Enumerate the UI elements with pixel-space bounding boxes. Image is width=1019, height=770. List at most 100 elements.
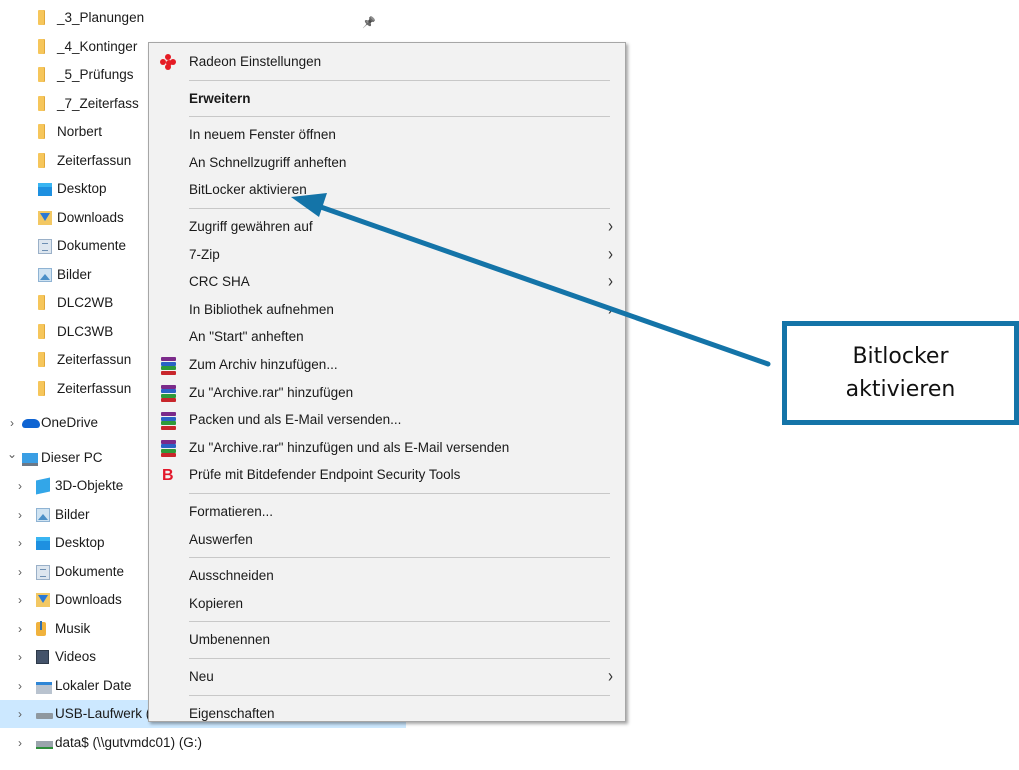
menu-item-in-neuem-fenster-öffnen[interactable]: In neuem Fenster öffnen [149, 121, 625, 149]
menu-item-auswerfen[interactable]: Auswerfen [149, 526, 625, 554]
folder-icon [38, 10, 44, 25]
menu-item-label: In Bibliothek aufnehmen [189, 301, 334, 317]
nav-item-label: _4_Kontinger [57, 38, 138, 54]
submenu-arrow-icon: › [608, 665, 613, 687]
menu-item-label: An "Start" anheften [189, 329, 304, 345]
chevron-right-icon[interactable]: › [14, 501, 26, 529]
nav-item-label: 3D-Objekte [55, 478, 124, 493]
nav-item-label: Zeiterfassun [57, 152, 132, 168]
nav-item-label: Zeiterfassun [57, 352, 132, 367]
music-icon [36, 620, 46, 636]
documents-icon [36, 564, 50, 580]
nav-item-label: Dieser PC [41, 449, 103, 465]
menu-item-radeon-einstellungen[interactable]: Radeon Einstellungen [149, 48, 625, 76]
chevron-right-icon[interactable]: › [14, 558, 26, 586]
menu-item-prüfe-mit-bitdefender-endpoint-security-tools[interactable]: B Prüfe mit Bitdefender Endpoint Security… [149, 461, 625, 489]
menu-item-umbenennen[interactable]: Umbenennen [149, 626, 625, 654]
nav-item-label: Dokumente [55, 563, 125, 579]
chevron-down-icon[interactable]: ⌄ [6, 440, 18, 468]
chevron-right-icon[interactable]: › [14, 729, 26, 757]
chevron-right-icon[interactable]: › [14, 643, 26, 671]
menu-item-label: Kopieren [189, 595, 244, 611]
menu-item-ausschneiden[interactable]: Ausschneiden [149, 562, 625, 590]
winrar-icon [160, 439, 177, 458]
annotation-callout: Bitlocker aktivieren [782, 321, 1019, 425]
menu-item-zu-archive-rar-hinzufügen-und-als-e-mail-versenden[interactable]: Zu "Archive.rar" hinzufügen und als E-Ma… [149, 434, 625, 462]
onedrive-icon [22, 419, 40, 428]
menu-item-label: Umbenennen [189, 632, 271, 648]
pictures-icon [36, 507, 50, 522]
menu-item-label: Zum Archiv hinzufügen... [189, 357, 338, 372]
videos-icon [36, 650, 49, 664]
menu-item-label: An Schnellzugriff anheften [189, 154, 347, 170]
menu-item-label: Formatieren... [189, 504, 274, 519]
menu-separator [189, 116, 610, 118]
nav-item[interactable]: › data$ (\\gutvmdc01) (G:) [0, 729, 406, 757]
chevron-right-icon[interactable]: › [14, 529, 26, 557]
network-drive-icon [36, 740, 53, 749]
nav-item-label: Musik [55, 620, 91, 636]
menu-item-zum-archiv-hinzufügen[interactable]: Zum Archiv hinzufügen... [149, 351, 625, 379]
3d-objects-icon [36, 477, 50, 495]
usb-drive-icon [36, 713, 53, 719]
nav-item-label: DLC2WB [57, 295, 114, 310]
menu-item-packen-und-als-e-mail-versenden[interactable]: Packen und als E-Mail versenden... [149, 406, 625, 434]
menu-item-label: BitLocker aktivieren [189, 182, 307, 198]
chevron-right-icon[interactable]: › [14, 472, 26, 500]
nav-item[interactable]: _3_Planungen 📌 [0, 4, 406, 32]
menu-item-label: Eigenschaften [189, 705, 275, 721]
nav-item-label: Downloads [55, 592, 122, 607]
menu-item-neu[interactable]: Neu › [149, 663, 625, 691]
menu-item-label: Radeon Einstellungen [189, 54, 322, 69]
menu-item-an-start-anheften[interactable]: An "Start" anheften [149, 323, 625, 351]
menu-item-crc-sha[interactable]: CRC SHA › [149, 268, 625, 296]
bitdefender-icon: B [162, 467, 174, 485]
desktop-icon [36, 537, 50, 550]
menu-item-label: Ausschneiden [189, 568, 274, 584]
winrar-icon [160, 412, 177, 430]
radeon-icon [160, 54, 177, 71]
nav-item-label: Dokumente [57, 238, 127, 253]
menu-item-formatieren[interactable]: Formatieren... [149, 498, 625, 526]
nav-item-label: OneDrive [41, 415, 99, 430]
winrar-icon [160, 357, 177, 375]
menu-item-erweitern[interactable]: Erweitern [149, 85, 625, 113]
menu-separator [189, 493, 610, 494]
folder-icon [38, 124, 44, 139]
folder-icon [38, 380, 44, 396]
folder-icon [38, 152, 44, 168]
local-disk-icon [36, 681, 52, 694]
nav-item-label: _5_Prüfungs [57, 67, 134, 82]
annotation-line-2: aktivieren [845, 377, 956, 402]
menu-item-in-bibliothek-aufnehmen[interactable]: In Bibliothek aufnehmen › [149, 296, 625, 324]
chevron-right-icon[interactable]: › [14, 672, 26, 700]
menu-item-kopieren[interactable]: Kopieren [149, 590, 625, 618]
menu-item-label: In neuem Fenster öffnen [189, 127, 336, 143]
menu-item-eigenschaften[interactable]: Eigenschaften [149, 700, 625, 728]
folder-icon [38, 67, 44, 82]
folder-icon [38, 95, 44, 111]
menu-item-bitlocker-aktivieren[interactable]: BitLocker aktivieren [149, 176, 625, 204]
chevron-right-icon[interactable]: › [6, 409, 18, 437]
menu-item-zugriff-gewähren-auf[interactable]: Zugriff gewähren auf › [149, 213, 625, 241]
menu-separator [189, 621, 610, 623]
folder-icon [38, 295, 44, 310]
menu-item-7-zip[interactable]: 7-Zip › [149, 241, 625, 269]
menu-separator [189, 208, 610, 209]
menu-item-label: Erweitern [189, 90, 251, 106]
menu-item-label: Neu [189, 669, 214, 684]
chevron-right-icon[interactable]: › [14, 586, 26, 614]
menu-separator [189, 557, 610, 559]
this-pc-icon [22, 452, 38, 466]
pictures-icon [38, 267, 52, 282]
nav-item-label: Downloads [57, 209, 124, 225]
menu-item-zu-archive-rar-hinzufügen[interactable]: Zu "Archive.rar" hinzufügen [149, 379, 625, 407]
submenu-arrow-icon: › [608, 298, 613, 320]
chevron-right-icon[interactable]: › [14, 700, 26, 728]
menu-item-an-schnellzugriff-anheften[interactable]: An Schnellzugriff anheften [149, 149, 625, 177]
menu-separator [189, 79, 610, 81]
menu-separator [189, 694, 610, 696]
context-menu: Radeon Einstellungen Erweitern In neuem Fe… [148, 42, 626, 722]
nav-item-label: Videos [55, 649, 97, 664]
chevron-right-icon[interactable]: › [14, 615, 26, 643]
